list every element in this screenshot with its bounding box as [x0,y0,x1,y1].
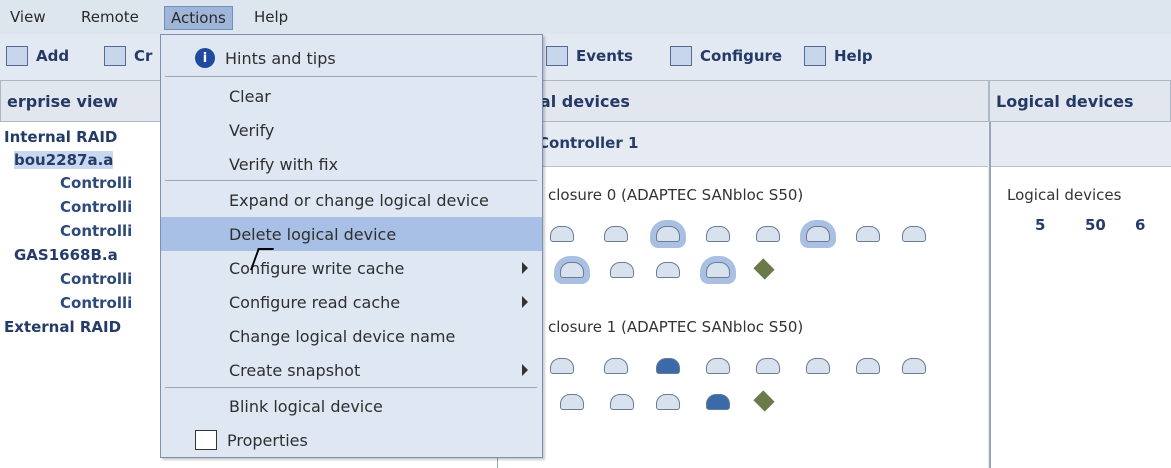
physical-devices-header: ysical devices [498,80,989,122]
tree-controller[interactable]: Controlli [60,198,132,216]
menu-item-read-cache[interactable]: Configure read cache [161,285,542,319]
logical-devices-label[interactable]: Logical devices [1007,186,1121,204]
enclosure-chip-icon[interactable] [753,390,775,412]
tree-external-raid[interactable]: External RAID [4,318,121,336]
disk-icon[interactable] [902,226,926,242]
disk-icon[interactable] [706,262,730,278]
disk-icon[interactable] [550,226,574,242]
disk-icon[interactable] [656,394,680,410]
actions-dropdown: i Hints and tips Clear Verify Verify wit… [160,34,543,458]
menu-item-snapshot[interactable]: Create snapshot [161,353,542,387]
logical-devices-header: Logical devices [989,80,1171,122]
help-icon [804,46,826,66]
controller-label[interactable]: Controller 1 [538,134,638,152]
menu-item-expand[interactable]: Expand or change logical device [161,183,542,217]
configure-button[interactable]: Configure [670,46,782,66]
disk-icon[interactable] [560,394,584,410]
tree-controller[interactable]: Controlli [60,270,132,288]
disk-icon[interactable] [656,226,680,242]
menu-item-change-name[interactable]: Change logical device name [161,319,542,353]
tree-internal-raid[interactable]: Internal RAID [4,128,117,146]
enclosure-1-label: closure 1 (ADAPTEC SANbloc S50) [548,318,804,336]
menu-separator [165,180,537,181]
enclosure-chip-icon[interactable] [753,258,775,280]
tree-controller[interactable]: Controlli [60,294,132,312]
info-icon: i [195,48,215,68]
tree-controller[interactable]: Controlli [60,174,132,192]
menu-actions[interactable]: Actions [164,6,233,30]
enclosure-0-label: closure 0 (ADAPTEC SANbloc S50) [548,186,804,204]
logical-device-6[interactable]: 6 [1135,216,1145,234]
disk-icon[interactable] [706,226,730,242]
add-icon [6,46,28,66]
menu-bar: View Remote Actions Help [0,0,1171,35]
disk-icon[interactable] [706,358,730,374]
disk-icon[interactable] [806,358,830,374]
disk-icon[interactable] [856,358,880,374]
disk-icon[interactable] [560,262,584,278]
menu-remote[interactable]: Remote [75,6,145,28]
controller-bar: Controller 1 [498,122,988,167]
disk-icon[interactable] [756,226,780,242]
menu-separator [165,387,537,388]
logical-devices-panel: Logical devices 5 50 6 [989,122,1171,468]
create-button[interactable]: Cr [104,46,152,66]
menu-item-blink[interactable]: Blink logical device [161,389,542,423]
disk-icon[interactable] [656,262,680,278]
tree-host-gas1668b[interactable]: GAS1668B.a [14,246,118,264]
menu-item-properties[interactable]: Properties [161,423,542,457]
submenu-arrow-icon [522,296,528,308]
menu-item-delete[interactable]: Delete logical device [161,217,542,251]
disk-icon[interactable] [610,394,634,410]
menu-item-clear[interactable]: Clear [161,79,542,113]
menu-help[interactable]: Help [248,6,294,28]
menu-item-verify-with-fix[interactable]: Verify with fix [161,147,542,181]
tree-host-bou2287a[interactable]: bou2287a.a [14,151,114,169]
menu-item-hints[interactable]: i Hints and tips [161,41,542,75]
disk-icon[interactable] [706,394,730,410]
menu-view[interactable]: View [4,6,52,28]
disk-icon[interactable] [610,262,634,278]
disk-icon[interactable] [756,358,780,374]
create-icon [104,46,126,66]
logical-devices-toolbar [991,122,1171,167]
tree-controller[interactable]: Controlli [60,222,132,240]
menu-item-write-cache[interactable]: Configure write cache [161,251,542,285]
physical-devices-panel: Controller 1 closure 0 (ADAPTEC SANbloc … [498,122,988,468]
menu-item-verify[interactable]: Verify [161,113,542,147]
help-button[interactable]: Help [804,46,873,66]
add-button[interactable]: Add [6,46,69,66]
logical-device-50[interactable]: 50 [1085,216,1106,234]
submenu-arrow-icon [522,364,528,376]
events-icon [546,46,568,66]
submenu-arrow-icon [522,262,528,274]
properties-icon [195,430,217,450]
disk-icon[interactable] [604,226,628,242]
wrench-icon [670,46,692,66]
logical-device-5[interactable]: 5 [1035,216,1045,234]
disk-icon[interactable] [604,358,628,374]
menu-separator [165,76,537,77]
events-button[interactable]: Events [546,46,633,66]
disk-icon[interactable] [550,358,574,374]
disk-icon[interactable] [856,226,880,242]
disk-icon[interactable] [902,358,926,374]
disk-icon[interactable] [806,226,830,242]
disk-icon[interactable] [656,358,680,374]
